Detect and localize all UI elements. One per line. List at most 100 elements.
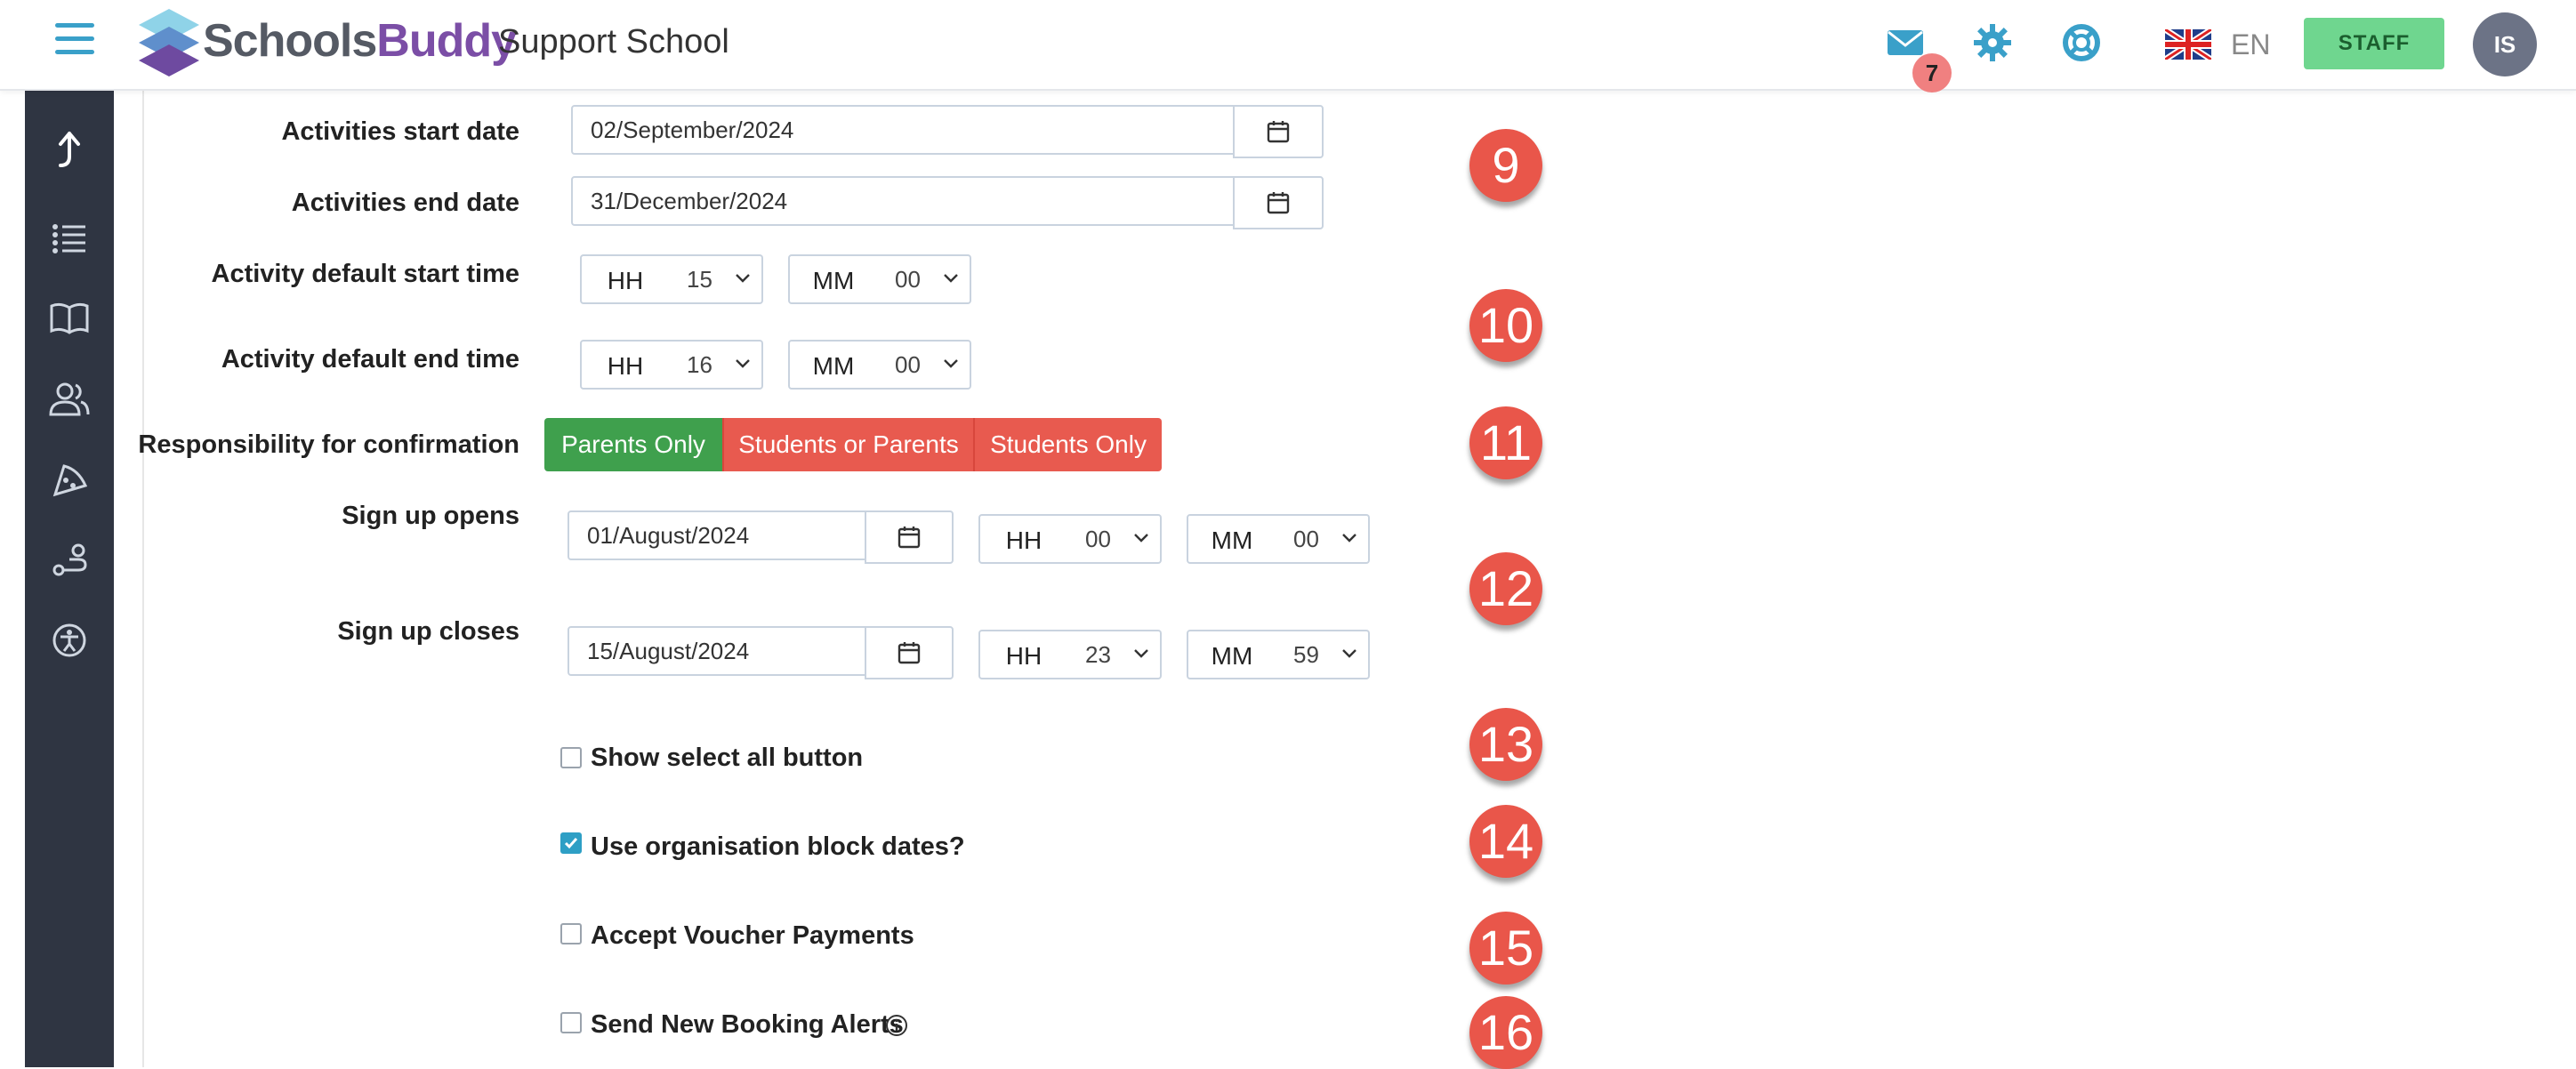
default-end-mm-label: MM: [788, 340, 879, 390]
annotation-marker: 11: [1469, 406, 1542, 479]
users-icon: [49, 382, 90, 416]
responsibility-label: Responsibility for confirmation: [138, 430, 519, 459]
calendar-icon: [1267, 121, 1290, 143]
school-name: Support School: [498, 23, 729, 60]
activities-end-input[interactable]: 31/December/2024: [571, 176, 1235, 226]
checkmark-icon: [564, 838, 578, 849]
send-booking-alerts-label[interactable]: Send New Booking Alerts: [591, 1010, 904, 1040]
signup-opens-hour-select[interactable]: 00: [1067, 514, 1162, 564]
default-end-hh-label: HH: [580, 340, 671, 390]
gear-icon[interactable]: [1971, 21, 2014, 64]
list-icon: [52, 224, 85, 253]
annotation-marker: 12: [1469, 552, 1542, 625]
use-block-dates-label[interactable]: Use organisation block dates?: [591, 832, 965, 862]
default-end-minute-value: 00: [895, 351, 921, 378]
default-end-time-label: Activity default end time: [221, 345, 519, 374]
chevron-down-icon: [736, 359, 750, 368]
top-bar: SchoolsBuddy Support School 7 EN STAFF I…: [0, 0, 2576, 92]
signup-closes-calendar-button[interactable]: [865, 626, 954, 679]
uk-flag-icon: [2165, 29, 2211, 60]
brand-second: Buddy: [376, 15, 517, 67]
use-block-dates-checkbox[interactable]: [560, 832, 582, 854]
accessibility-icon: [52, 623, 86, 657]
signup-opens-minute-select[interactable]: 00: [1276, 514, 1370, 564]
default-start-time-label: Activity default start time: [211, 260, 519, 288]
activities-start-label: Activities start date: [281, 117, 519, 146]
default-start-hh-label: HH: [580, 254, 671, 304]
option-students-only[interactable]: Students Only: [973, 418, 1162, 471]
signup-closes-minute-value: 59: [1293, 641, 1319, 668]
show-select-all-checkbox[interactable]: [560, 747, 582, 768]
annotation-marker: 14: [1469, 805, 1542, 878]
send-booking-alerts-checkbox[interactable]: [560, 1012, 582, 1033]
default-start-hour-select[interactable]: 15: [669, 254, 763, 304]
chevron-down-icon: [736, 274, 750, 283]
annotation-marker: 10: [1469, 289, 1542, 362]
info-icon[interactable]: [884, 1013, 909, 1038]
sidebar-item-users[interactable]: [43, 372, 96, 425]
signup-opens-label: Sign up opens: [342, 502, 519, 530]
activities-start-input[interactable]: 02/September/2024: [571, 105, 1235, 155]
arrow-up-icon: [59, 132, 80, 167]
language-code: EN: [2231, 28, 2271, 60]
sidebar-item-accessibility[interactable]: [43, 614, 96, 667]
pizza-icon: [52, 464, 87, 497]
option-parents-only[interactable]: Parents Only: [544, 418, 722, 471]
brand-logo-text[interactable]: SchoolsBuddy: [203, 14, 517, 68]
chevron-down-icon: [1134, 534, 1148, 543]
default-end-minute-select[interactable]: 00: [877, 340, 971, 390]
sidebar-item-book[interactable]: [43, 292, 96, 345]
schoolsbuddy-logo-icon: [139, 9, 199, 76]
activities-start-calendar-button[interactable]: [1233, 105, 1324, 158]
staff-button[interactable]: STAFF: [2304, 18, 2444, 69]
signup-closes-hour-value: 23: [1085, 641, 1111, 668]
calendar-icon: [1267, 192, 1290, 214]
language-selector[interactable]: EN: [2165, 27, 2270, 62]
content-left-border: [142, 89, 144, 1067]
mail-count-badge: 7: [1912, 53, 1952, 92]
signup-closes-label: Sign up closes: [337, 617, 519, 646]
default-start-mm-label: MM: [788, 254, 879, 304]
help-lifebuoy-icon[interactable]: [2060, 21, 2103, 64]
signup-closes-date-input[interactable]: 15/August/2024: [568, 626, 866, 676]
sidebar: [25, 89, 114, 1067]
signup-closes-mm-label: MM: [1187, 630, 1277, 679]
show-select-all-label[interactable]: Show select all button: [591, 743, 863, 773]
accept-voucher-checkbox[interactable]: [560, 923, 582, 944]
book-icon: [50, 302, 89, 334]
brand-first: Schools: [203, 15, 377, 67]
chevron-down-icon: [944, 274, 958, 283]
activities-end-calendar-button[interactable]: [1233, 176, 1324, 229]
sidebar-item-list[interactable]: [43, 212, 96, 265]
calendar-icon: [898, 642, 921, 664]
default-end-hour-value: 16: [687, 351, 712, 378]
signup-opens-mm-label: MM: [1187, 514, 1277, 564]
annotation-marker: 16: [1469, 996, 1542, 1069]
signup-opens-date-input[interactable]: 01/August/2024: [568, 510, 866, 560]
annotation-marker: 13: [1469, 708, 1542, 781]
hamburger-menu-icon[interactable]: [55, 23, 94, 59]
accept-voucher-label[interactable]: Accept Voucher Payments: [591, 921, 914, 951]
default-end-hour-select[interactable]: 16: [669, 340, 763, 390]
calendar-icon: [898, 526, 921, 549]
signup-closes-hour-select[interactable]: 23: [1067, 630, 1162, 679]
signup-closes-minute-select[interactable]: 59: [1276, 630, 1370, 679]
annotation-marker: 15: [1469, 912, 1542, 985]
sidebar-item-route[interactable]: [43, 534, 96, 587]
annotation-marker: 9: [1469, 129, 1542, 202]
chevron-down-icon: [1134, 649, 1148, 658]
activities-end-label: Activities end date: [291, 189, 519, 217]
chevron-down-icon: [1342, 534, 1356, 543]
route-icon: [52, 543, 87, 576]
default-start-hour-value: 15: [687, 266, 712, 293]
signup-closes-hh-label: HH: [978, 630, 1069, 679]
option-students-or-parents[interactable]: Students or Parents: [722, 418, 973, 471]
signup-opens-calendar-button[interactable]: [865, 510, 954, 564]
sidebar-item-arrow-up[interactable]: [43, 123, 96, 176]
default-start-minute-select[interactable]: 00: [877, 254, 971, 304]
avatar[interactable]: IS: [2473, 12, 2537, 76]
signup-opens-hh-label: HH: [978, 514, 1069, 564]
sidebar-item-pizza[interactable]: [43, 454, 96, 507]
signup-opens-hour-value: 00: [1085, 526, 1111, 552]
chevron-down-icon: [1342, 649, 1356, 658]
